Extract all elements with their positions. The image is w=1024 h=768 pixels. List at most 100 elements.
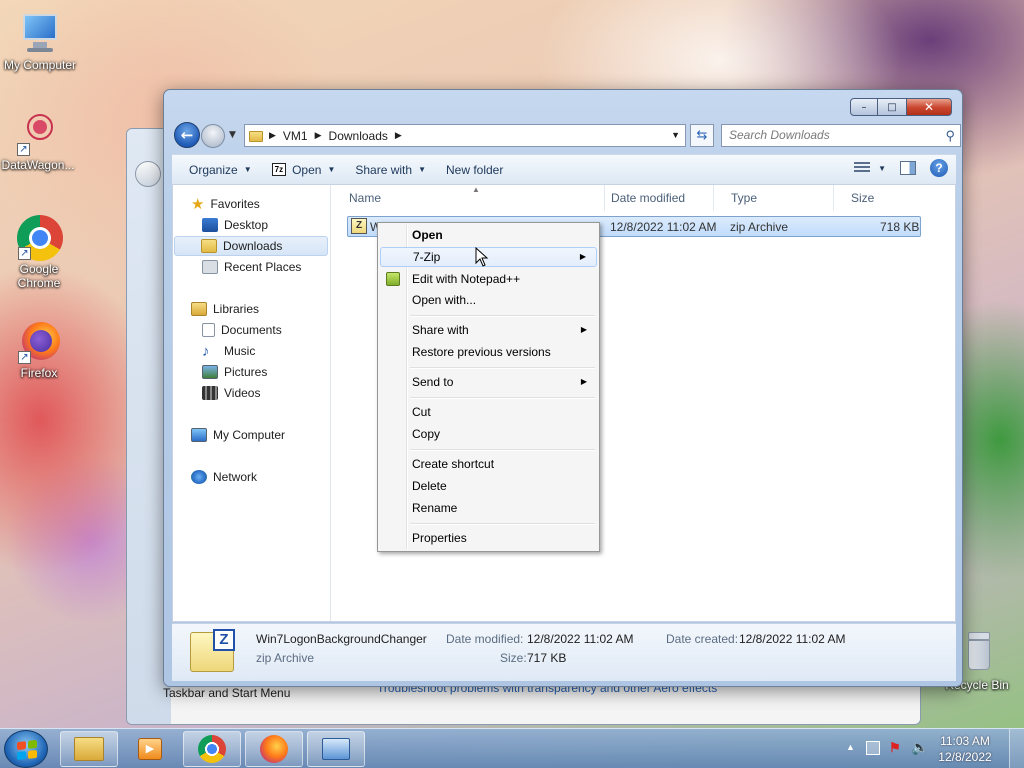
view-options-button[interactable]: ▼: [854, 162, 886, 174]
documents-icon: [202, 323, 215, 337]
search-input[interactable]: Search Downloads ⚲: [721, 124, 961, 147]
chevron-down-icon[interactable]: ▼: [671, 130, 680, 140]
chevron-down-icon: ▼: [878, 163, 886, 173]
open-label: Open: [292, 162, 322, 177]
help-icon[interactable]: ?: [930, 159, 948, 177]
open-button[interactable]: 7z Open ▼: [262, 155, 346, 184]
nav-desktop[interactable]: Desktop: [202, 215, 268, 235]
breadcrumb-vm1[interactable]: VM1: [279, 129, 312, 143]
desktop-icon-label: My Computer: [3, 58, 77, 72]
show-desktop-button[interactable]: [1009, 729, 1024, 768]
windows-logo-icon: [17, 739, 37, 761]
menu-item-copy[interactable]: Copy: [380, 424, 597, 444]
start-button[interactable]: [4, 730, 48, 768]
control-panel-icon: [322, 738, 350, 760]
nav-network[interactable]: Network: [191, 467, 257, 487]
back-button[interactable]: ←: [174, 122, 200, 148]
menu-item-share-with[interactable]: Share with ▶: [380, 320, 597, 340]
arrow-left-icon: ←: [180, 126, 194, 144]
forward-button[interactable]: [201, 124, 225, 148]
menu-item-delete[interactable]: Delete: [380, 476, 597, 496]
address-bar[interactable]: ▶ VM1 ▶ Downloads ▶ ▼: [244, 124, 686, 147]
action-center-icon[interactable]: ⚑: [889, 740, 901, 756]
menu-item-restore-previous-versions[interactable]: Restore previous versions: [380, 342, 597, 362]
details-date-modified-value: 12/8/2022 11:02 AM: [527, 632, 634, 646]
breadcrumb-downloads[interactable]: Downloads: [325, 129, 392, 143]
share-with-label: Share with: [355, 162, 413, 177]
details-filename: Win7LogonBackgroundChanger: [256, 632, 427, 646]
nav-downloads[interactable]: Downloads: [174, 236, 328, 256]
caption-buttons: – □ ✕: [850, 98, 952, 116]
column-header-date-modified[interactable]: Date modified: [594, 185, 714, 211]
videos-icon: [202, 386, 218, 400]
taskbar-control-panel-button[interactable]: [307, 731, 365, 767]
media-player-icon: ▶: [138, 738, 162, 760]
column-header-name[interactable]: Name ▲: [332, 185, 605, 211]
menu-item-rename[interactable]: Rename: [380, 498, 597, 518]
chevron-right-icon[interactable]: ▶: [392, 130, 405, 141]
music-icon: ♪: [202, 342, 210, 360]
menu-item-edit-notepad[interactable]: Edit with Notepad++: [380, 269, 597, 289]
details-size-value: 717 KB: [527, 651, 567, 665]
menu-item-open-with[interactable]: Open with...: [380, 290, 597, 310]
menu-item-properties[interactable]: Properties: [380, 528, 597, 548]
share-with-button[interactable]: Share with ▼: [345, 155, 436, 184]
back-button-icon: [135, 161, 161, 187]
nav-favorites[interactable]: ★ Favorites: [191, 194, 260, 214]
column-header-type[interactable]: Type: [714, 185, 834, 211]
view-list-icon: [854, 162, 871, 174]
taskbar-explorer-button[interactable]: [60, 731, 118, 767]
volume-icon[interactable]: 🔈: [911, 739, 928, 756]
network-tray-icon[interactable]: [866, 741, 880, 755]
desktop-icon-datawagon[interactable]: ↗ DataWagon...: [0, 110, 78, 172]
chevron-right-icon[interactable]: ▶: [266, 130, 279, 141]
nav-recent-places[interactable]: Recent Places: [202, 257, 301, 277]
search-placeholder: Search Downloads: [729, 128, 830, 142]
refresh-button[interactable]: ⇆: [690, 124, 714, 147]
desktop-icon-google-chrome[interactable]: ↗ Google Chrome: [0, 214, 79, 290]
navigation-bar: ← ▼ ▶ VM1 ▶ Downloads ▶ ▼ ⇆ Search Downl…: [172, 122, 961, 150]
column-header-size[interactable]: Size: [834, 185, 934, 211]
nav-libraries[interactable]: Libraries: [191, 299, 259, 319]
menu-separator: [410, 315, 595, 317]
menu-item-cut[interactable]: Cut: [380, 402, 597, 422]
submenu-arrow-icon: ▶: [580, 325, 587, 334]
maximize-button[interactable]: □: [878, 98, 906, 116]
desktop-icon-my-computer[interactable]: My Computer: [0, 10, 80, 72]
new-folder-label: New folder: [445, 162, 504, 177]
minimize-button[interactable]: –: [850, 98, 878, 116]
menu-item-send-to[interactable]: Send to ▶: [380, 372, 597, 392]
nav-my-computer[interactable]: My Computer: [191, 425, 285, 445]
menu-item-create-shortcut[interactable]: Create shortcut: [380, 454, 597, 474]
organize-button[interactable]: Organize ▼: [172, 155, 262, 184]
datawagon-icon: ↗: [15, 110, 61, 156]
submenu-arrow-icon: ▶: [579, 252, 586, 261]
nav-videos[interactable]: Videos: [202, 383, 260, 403]
desktop-icon-firefox[interactable]: ↗ Firefox: [0, 318, 79, 380]
clock[interactable]: 11:03 AM 12/8/2022: [930, 733, 1000, 765]
taskbar-start-menu-link[interactable]: Taskbar and Start Menu: [163, 686, 290, 700]
preview-pane-button[interactable]: [900, 161, 916, 175]
details-date-modified-label: Date modified:: [446, 632, 524, 646]
taskbar-firefox-button[interactable]: [245, 731, 303, 767]
close-button[interactable]: ✕: [906, 98, 952, 116]
recent-pages-dropdown[interactable]: ▼: [229, 130, 236, 140]
navigation-pane: ★ Favorites Desktop Downloads Recent Pla…: [173, 185, 331, 621]
shortcut-arrow-icon: ↗: [17, 143, 30, 156]
menu-item-open[interactable]: Open: [380, 225, 597, 245]
chevron-right-icon[interactable]: ▶: [312, 130, 325, 141]
chrome-icon: [198, 735, 226, 763]
nav-documents[interactable]: Documents: [202, 320, 282, 340]
taskbar-media-player-button[interactable]: ▶: [121, 731, 179, 767]
show-hidden-icons-button[interactable]: ▲: [846, 742, 855, 752]
pictures-icon: [202, 365, 218, 379]
computer-icon: [191, 428, 207, 442]
menu-separator: [410, 397, 595, 399]
taskbar-chrome-button[interactable]: [183, 731, 241, 767]
libraries-icon: [191, 302, 207, 316]
menu-separator: [410, 367, 595, 369]
nav-pictures[interactable]: Pictures: [202, 362, 267, 382]
system-tray: ▲ ⚑ 🔈 11:03 AM 12/8/2022: [834, 729, 1024, 768]
nav-music[interactable]: ♪ Music: [202, 341, 255, 361]
details-date-created-value: 12/8/2022 11:02 AM: [739, 632, 846, 646]
